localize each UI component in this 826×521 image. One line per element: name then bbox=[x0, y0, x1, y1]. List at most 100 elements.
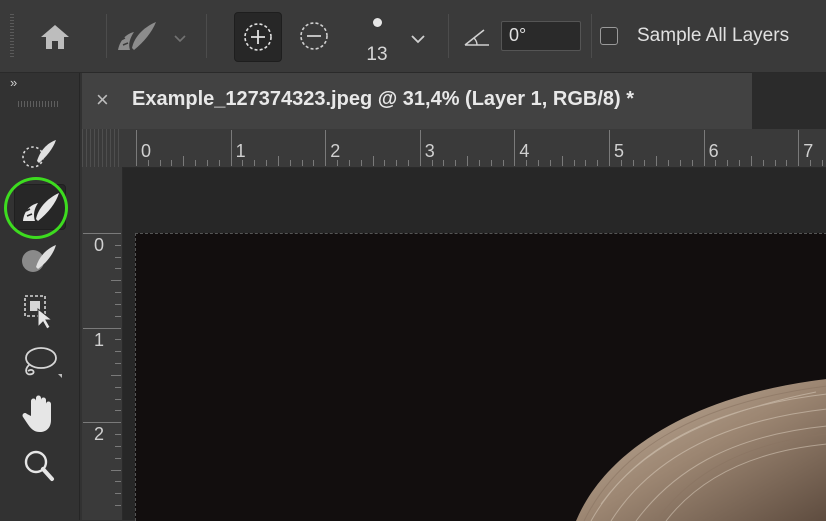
ruler-tick bbox=[159, 160, 161, 166]
ruler-tick bbox=[443, 160, 445, 166]
ruler-tick bbox=[597, 160, 599, 166]
ruler-tick bbox=[289, 160, 291, 166]
ruler-tick bbox=[786, 160, 788, 166]
ruler-label: 6 bbox=[708, 141, 719, 161]
ruler-tick bbox=[431, 160, 433, 166]
ruler-label: 2 bbox=[94, 424, 105, 445]
zoom-icon bbox=[24, 450, 54, 481]
ruler-tick bbox=[762, 160, 764, 166]
ruler-tick bbox=[384, 160, 386, 166]
home-icon[interactable] bbox=[38, 22, 72, 52]
ruler-tick bbox=[111, 280, 121, 282]
hand-icon bbox=[22, 395, 51, 432]
ruler-tick bbox=[115, 493, 121, 495]
ruler-tick bbox=[147, 160, 149, 166]
brush-size-value[interactable]: 13 bbox=[358, 44, 396, 66]
ruler-tick bbox=[609, 130, 610, 166]
ruler-corner[interactable] bbox=[82, 129, 122, 167]
ruler-tick bbox=[115, 504, 121, 506]
close-tab-icon[interactable]: × bbox=[96, 87, 109, 113]
ruler-tick bbox=[396, 160, 398, 166]
ruler-tick bbox=[230, 130, 232, 166]
ruler-tick bbox=[632, 160, 634, 166]
document-canvas[interactable] bbox=[135, 233, 826, 521]
ruler-tick bbox=[561, 156, 563, 166]
collapse-toolbar-button[interactable]: » bbox=[10, 75, 17, 90]
toolbar-grip[interactable] bbox=[18, 101, 60, 107]
ruler-tick bbox=[573, 160, 575, 166]
ruler-tick bbox=[277, 156, 279, 166]
ruler-tick bbox=[372, 156, 374, 166]
ruler-tick bbox=[715, 160, 717, 166]
ruler-label: 0 bbox=[94, 235, 105, 255]
ruler-tick bbox=[821, 160, 823, 166]
ruler-tick bbox=[679, 160, 681, 166]
ruler-tick bbox=[115, 434, 121, 436]
ruler-tick bbox=[549, 160, 551, 166]
subtract-circle-icon bbox=[300, 22, 328, 50]
brush-preview-dot[interactable] bbox=[373, 18, 382, 27]
healing-brush-tool[interactable] bbox=[14, 237, 64, 281]
ruler-tick bbox=[115, 315, 121, 317]
separator bbox=[206, 14, 207, 58]
ruler-label: 0 bbox=[141, 141, 152, 161]
ruler-label: 5 bbox=[614, 141, 625, 161]
ruler-tick bbox=[83, 233, 121, 234]
ruler-tick bbox=[585, 160, 587, 166]
brush-picker-chevron-icon[interactable] bbox=[408, 28, 428, 48]
ruler-tick bbox=[115, 363, 121, 365]
angle-icon bbox=[462, 26, 492, 48]
hair-photo bbox=[576, 379, 826, 521]
ruler-tick bbox=[115, 303, 121, 305]
ruler-tick bbox=[111, 374, 121, 376]
ruler-tick bbox=[467, 156, 469, 166]
ruler-tick bbox=[455, 160, 457, 166]
ruler-tick bbox=[115, 457, 121, 459]
ruler-tick bbox=[206, 160, 208, 166]
ruler-tick bbox=[490, 160, 492, 166]
ruler-label: 1 bbox=[235, 141, 246, 161]
add-circle-icon bbox=[244, 23, 272, 51]
object-selection-tool[interactable] bbox=[14, 289, 64, 333]
ruler-tick bbox=[115, 351, 121, 353]
proximity-match-button[interactable] bbox=[234, 12, 282, 62]
ruler-label: 1 bbox=[94, 329, 105, 350]
healing-brush-icon bbox=[22, 245, 56, 272]
ruler-tick bbox=[115, 410, 121, 412]
ruler-tick bbox=[644, 160, 646, 166]
ruler-tick bbox=[115, 445, 121, 447]
subtract-mode-button[interactable] bbox=[290, 12, 338, 60]
document-title[interactable]: Example_127374323.jpeg @ 31,4% (Layer 1,… bbox=[132, 88, 634, 111]
ruler-tick bbox=[266, 160, 268, 166]
ruler-tick bbox=[83, 422, 121, 424]
zoom-tool[interactable] bbox=[14, 443, 64, 487]
ruler-tick bbox=[254, 160, 256, 166]
ruler-label: 3 bbox=[424, 141, 435, 161]
ruler-tick bbox=[360, 160, 362, 166]
quick-selection-tool[interactable] bbox=[14, 131, 64, 175]
ruler-tick bbox=[348, 160, 350, 166]
chevron-down-icon[interactable] bbox=[172, 30, 188, 46]
horizontal-ruler[interactable]: 0 1 2 3 4 5 6 7 bbox=[122, 129, 826, 168]
angle-input[interactable]: 0° bbox=[501, 21, 581, 51]
ruler-tick bbox=[337, 160, 339, 166]
spot-healing-brush-icon bbox=[23, 193, 59, 221]
options-bar-grip[interactable] bbox=[10, 14, 14, 58]
lasso-tool[interactable] bbox=[14, 340, 64, 384]
ruler-tick bbox=[115, 339, 121, 341]
sample-all-layers-checkbox[interactable] bbox=[600, 27, 618, 45]
ruler-tick bbox=[195, 160, 197, 166]
ruler-tick bbox=[313, 160, 315, 166]
separator bbox=[106, 14, 107, 58]
ruler-tick bbox=[83, 327, 121, 329]
tool-preset-icon[interactable] bbox=[112, 18, 162, 56]
sample-all-layers-label[interactable]: Sample All Layers bbox=[637, 25, 789, 47]
vertical-ruler[interactable]: 0 1 2 bbox=[82, 167, 123, 520]
ruler-tick bbox=[115, 256, 121, 258]
hand-tool[interactable] bbox=[14, 392, 64, 436]
ruler-tick bbox=[242, 160, 244, 166]
spot-healing-brush-tool[interactable] bbox=[14, 184, 66, 230]
ruler-tick bbox=[171, 160, 173, 166]
ruler-tick bbox=[115, 386, 121, 388]
ruler-tick bbox=[183, 156, 185, 166]
